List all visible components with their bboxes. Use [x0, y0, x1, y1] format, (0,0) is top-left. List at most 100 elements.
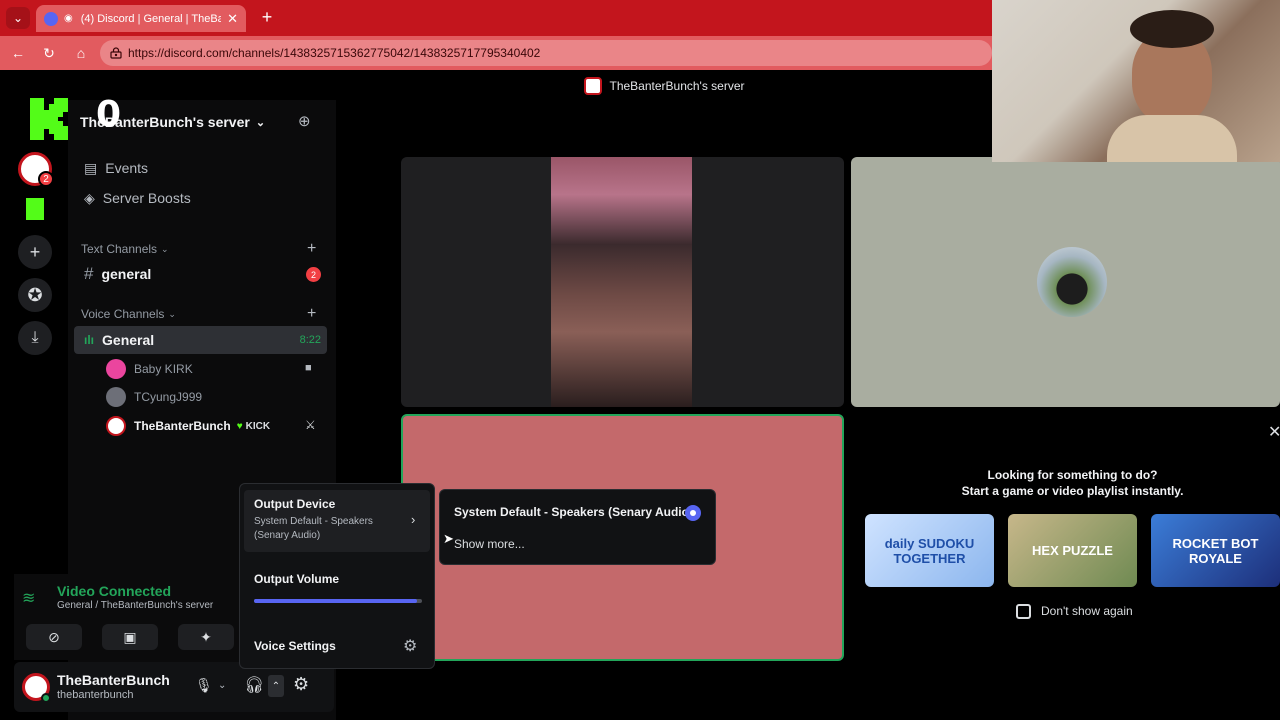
sidebar-item-server-boosts[interactable]: ◈ Server Boosts	[74, 184, 327, 212]
chevron-down-icon: ⌄	[161, 243, 169, 254]
game-title: daily SUDOKU TOGETHER	[884, 535, 975, 566]
dont-show-checkbox[interactable]	[1016, 604, 1031, 619]
discord-favicon-icon	[44, 11, 58, 26]
chevron-down-icon: ⌄	[168, 308, 176, 319]
gear-icon[interactable]: ⚙	[403, 636, 417, 656]
dont-show-label: Don't show again	[1041, 604, 1133, 618]
audio-options-chevron-icon[interactable]: ⌃	[268, 675, 284, 697]
create-text-channel-icon[interactable]: +	[307, 240, 316, 258]
tab-audio-icon[interactable]: ◉	[64, 13, 73, 24]
discover-icon[interactable]: ✪	[18, 278, 52, 312]
boost-icon: ◈	[84, 189, 95, 206]
streamer-shirt	[1107, 115, 1237, 162]
game-card-rocket-bot-royale[interactable]: ROCKET BOT ROYALE	[1151, 514, 1280, 587]
user-username: thebanterbunch	[57, 689, 134, 701]
user-panel: TheBanterBunch thebanterbunch 🎙︎ ⌄ 🎧︎ ⌃ …	[14, 662, 334, 712]
activities-shelf: ✕ Looking for something to do? Start a g…	[845, 414, 1280, 661]
close-icon[interactable]: ✕	[1268, 422, 1280, 442]
calendar-icon: ▤	[84, 159, 98, 176]
member-name: Baby KIRK	[134, 362, 193, 376]
events-label: Events	[105, 160, 149, 176]
output-device-flyout: System Default - Speakers (Senary Audio)…	[439, 489, 716, 565]
voice-member-baby-kirk[interactable]: Baby KIRK	[106, 356, 193, 382]
back-icon[interactable]: ←	[9, 44, 27, 62]
member-tag: KICK	[245, 420, 271, 432]
url-text: https://discord.com/channels/14383257153…	[128, 46, 541, 60]
chevron-down-icon: ⌄	[255, 116, 266, 129]
server-notification-badge: 2	[38, 171, 54, 187]
new-tab-button[interactable]: +	[256, 6, 278, 28]
video-on-icon: ■	[305, 362, 312, 374]
activities-icon: ✦	[200, 628, 212, 645]
mouse-cursor-icon: ➤	[443, 531, 454, 546]
game-title: ROCKET BOT ROYALE	[1172, 535, 1259, 566]
chevron-right-icon: ›	[411, 512, 416, 527]
streamer-webcam-overlay	[992, 0, 1280, 162]
heart-icon: ♥	[236, 420, 243, 432]
call-timer: 8:22	[299, 334, 321, 346]
channel-general-voice[interactable]: ılı General 8:22	[74, 326, 327, 354]
radio-selected-icon[interactable]	[685, 505, 701, 521]
show-more-link[interactable]: Show more...	[454, 537, 525, 551]
video-tile-baby-kirk[interactable]	[401, 157, 844, 407]
signal-icon[interactable]: ≋	[22, 588, 35, 608]
site-info-icon[interactable]	[110, 47, 122, 59]
avatar	[106, 387, 126, 407]
microphone-icon[interactable]: 🎙︎	[195, 677, 213, 694]
invite-people-icon[interactable]: ⊕	[298, 112, 311, 130]
activities-button[interactable]: ✦	[178, 624, 234, 650]
volume-fill	[254, 599, 417, 603]
camera-off-button[interactable]: ⊘	[26, 624, 82, 650]
voice-channels-section[interactable]: Voice Channels ⌄	[81, 307, 176, 321]
browser-tab-bar: ⌄ ◉ (4) Discord | General | TheBan ✕ +	[0, 0, 992, 36]
voice-section-label: Voice Channels	[81, 307, 165, 321]
voice-status: Video Connected	[57, 583, 172, 599]
browser-address-bar: ← ↻ ⌂ https://discord.com/channels/14383…	[0, 36, 992, 70]
text-channel-name: general	[101, 266, 152, 282]
output-device-label: Output Device	[254, 497, 336, 511]
output-device-value: System Default - Speakers (Senary Audio)	[254, 516, 373, 541]
browser-tab-discord[interactable]: ◉ (4) Discord | General | TheBan ✕	[36, 5, 246, 32]
game-card-hex-puzzle[interactable]: HEX PUZZLE	[1008, 514, 1137, 587]
overlay-counter: 0	[96, 94, 122, 135]
unread-badge: 2	[306, 267, 321, 282]
participant-camera-feed	[551, 157, 692, 407]
reload-icon[interactable]: ↻	[40, 44, 58, 62]
text-section-label: Text Channels	[81, 242, 158, 256]
kick-server-icon[interactable]	[26, 198, 44, 220]
add-server-icon[interactable]: +	[18, 235, 52, 269]
mic-options-chevron-icon[interactable]: ⌄	[218, 680, 226, 691]
voice-member-thebanterbunch[interactable]: TheBanterBunch ♥ KICK	[106, 413, 270, 439]
home-icon[interactable]: ⌂	[72, 44, 90, 62]
output-device-item[interactable]: Output Device System Default - Speakers …	[244, 490, 430, 552]
tab-search-dropdown-icon[interactable]: ⌄	[6, 7, 30, 29]
user-settings-gear-icon[interactable]: ⚙	[293, 674, 309, 695]
download-apps-icon[interactable]: ⤓	[18, 321, 52, 355]
screen-share-button[interactable]: ▣	[102, 624, 158, 650]
create-voice-channel-icon[interactable]: +	[307, 305, 316, 323]
text-channels-section[interactable]: Text Channels ⌄	[81, 242, 169, 256]
headphones-icon[interactable]: 🎧︎	[244, 675, 264, 695]
game-card-sudoku[interactable]: daily SUDOKU TOGETHER	[865, 514, 994, 587]
voice-settings-label[interactable]: Voice Settings	[254, 639, 336, 653]
output-volume-slider[interactable]	[254, 599, 422, 603]
tab-title: (4) Discord | General | TheBan	[80, 12, 222, 25]
voice-channel-name: General	[102, 332, 155, 348]
device-option-selected[interactable]: System Default - Speakers (Senary Audio)	[454, 505, 693, 519]
crossed-swords-icon: ⚔	[305, 418, 316, 432]
channel-general-text[interactable]: # general	[74, 260, 327, 288]
url-input[interactable]: https://discord.com/channels/14383257153…	[100, 40, 992, 66]
sidebar-item-events[interactable]: ▤ Events	[74, 154, 327, 182]
kick-logo-overlay	[30, 98, 74, 140]
online-status-icon	[41, 693, 51, 703]
voice-location[interactable]: General / TheBanterBunch's server	[57, 600, 213, 611]
window-titlebar: TheBanterBunch's server	[337, 72, 992, 100]
avatar	[106, 359, 126, 379]
video-tile-tcyungj999[interactable]	[851, 157, 1280, 407]
voice-connection-panel: ≋ Video Connected General / TheBanterBun…	[14, 574, 234, 660]
voice-activity-icon: ılı	[84, 333, 95, 347]
streamer-hair	[1130, 10, 1214, 48]
close-tab-icon[interactable]: ✕	[227, 11, 238, 27]
voice-member-tcyungj999[interactable]: TCyungJ999	[106, 384, 202, 410]
output-volume-label: Output Volume	[254, 572, 340, 586]
